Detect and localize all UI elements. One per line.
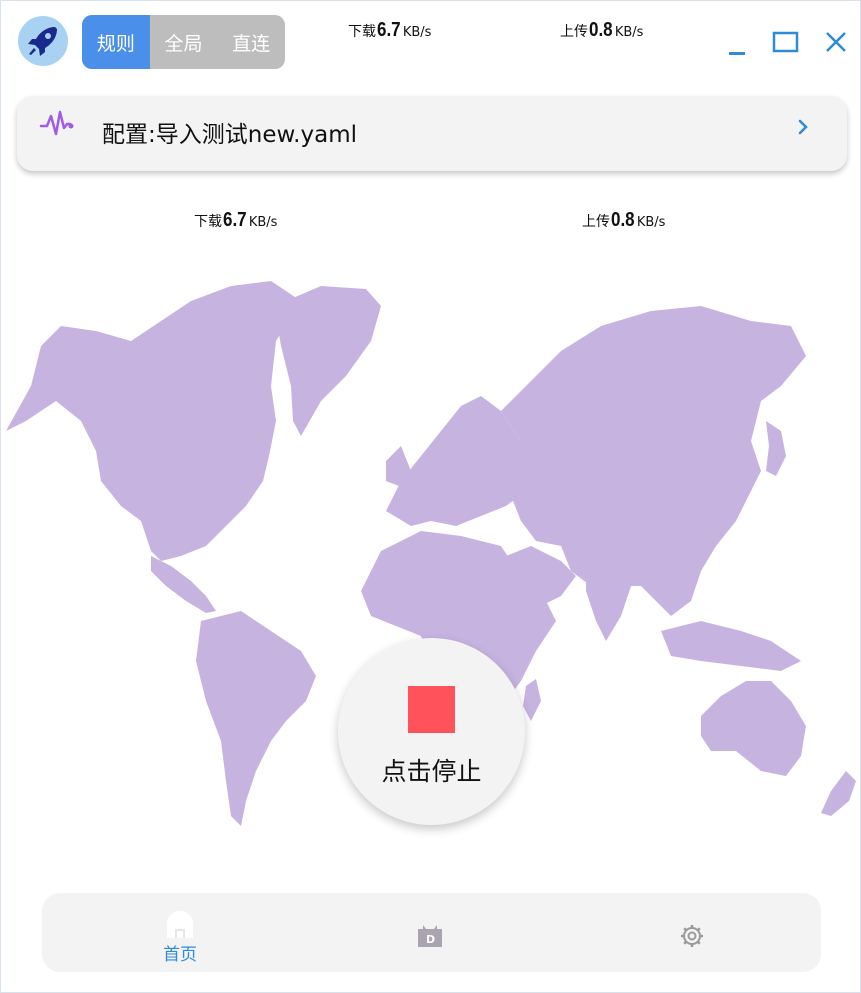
header-download-speed: 下载 6.7 KB/s	[348, 19, 431, 42]
download-value: 6.7	[223, 209, 247, 231]
upload-value: 0.8	[589, 19, 613, 41]
close-button[interactable]	[821, 27, 851, 57]
download-value: 6.7	[377, 19, 401, 41]
app-logo	[18, 16, 68, 66]
nav-settings[interactable]	[672, 893, 712, 972]
home-icon	[167, 911, 193, 938]
upload-value: 0.8	[611, 209, 635, 231]
maximize-icon	[772, 31, 799, 53]
stop-icon	[408, 686, 455, 733]
mode-direct-button[interactable]: 直连	[217, 15, 285, 69]
upload-unit: KB/s	[636, 215, 666, 230]
header-upload-speed: 上传 0.8 KB/s	[560, 19, 643, 42]
app-window: 规则 全局 直连 下载 6.7 KB/s 上传 0.8 KB/s 配置:导入测试…	[0, 0, 861, 993]
gear-icon	[681, 925, 703, 947]
config-selector-card[interactable]: 配置:导入测试new.yaml	[17, 96, 847, 171]
japan-shape	[766, 421, 786, 476]
australia-shape	[701, 681, 806, 776]
mode-global-button[interactable]: 全局	[150, 15, 218, 69]
new-zealand-shape	[821, 771, 856, 816]
rocket-icon	[28, 27, 57, 56]
download-label: 下载	[194, 214, 222, 230]
download-label: 下载	[348, 24, 376, 40]
map-upload-speed: 上传 0.8 KB/s	[582, 209, 665, 232]
south-america-shape	[196, 611, 316, 826]
maximize-button[interactable]	[771, 27, 801, 57]
minimize-button[interactable]	[722, 27, 752, 57]
config-name: 配置:导入测试new.yaml	[102, 122, 357, 148]
svg-text:D: D	[426, 933, 435, 946]
upload-label: 上传	[582, 214, 610, 230]
southeast-asia-islands-shape	[661, 621, 801, 671]
upload-unit: KB/s	[614, 25, 644, 40]
download-unit: KB/s	[248, 215, 278, 230]
mode-selector: 规则 全局 直连	[82, 15, 285, 69]
nav-home-label: 首页	[163, 945, 197, 965]
activity-pulse-icon	[39, 110, 74, 136]
chevron-right-icon	[798, 119, 808, 135]
madagascar-shape	[523, 679, 541, 721]
stop-button-label: 点击停止	[381, 757, 482, 786]
nav-home[interactable]: 首页	[150, 893, 210, 972]
close-icon	[826, 32, 846, 52]
stop-proxy-button[interactable]: 点击停止	[338, 638, 525, 825]
upload-label: 上传	[560, 24, 588, 40]
bottom-navigation: 首页 D	[42, 893, 821, 972]
north-america-shape	[6, 281, 301, 561]
greenland-shape	[276, 286, 381, 436]
minimize-icon	[729, 52, 745, 55]
download-unit: KB/s	[402, 25, 432, 40]
mode-rule-button[interactable]: 规则	[82, 15, 150, 69]
nav-dashboard[interactable]: D	[410, 893, 450, 972]
dashboard-icon: D	[418, 925, 442, 947]
map-download-speed: 下载 6.7 KB/s	[194, 209, 277, 232]
central-america-shape	[151, 556, 216, 613]
